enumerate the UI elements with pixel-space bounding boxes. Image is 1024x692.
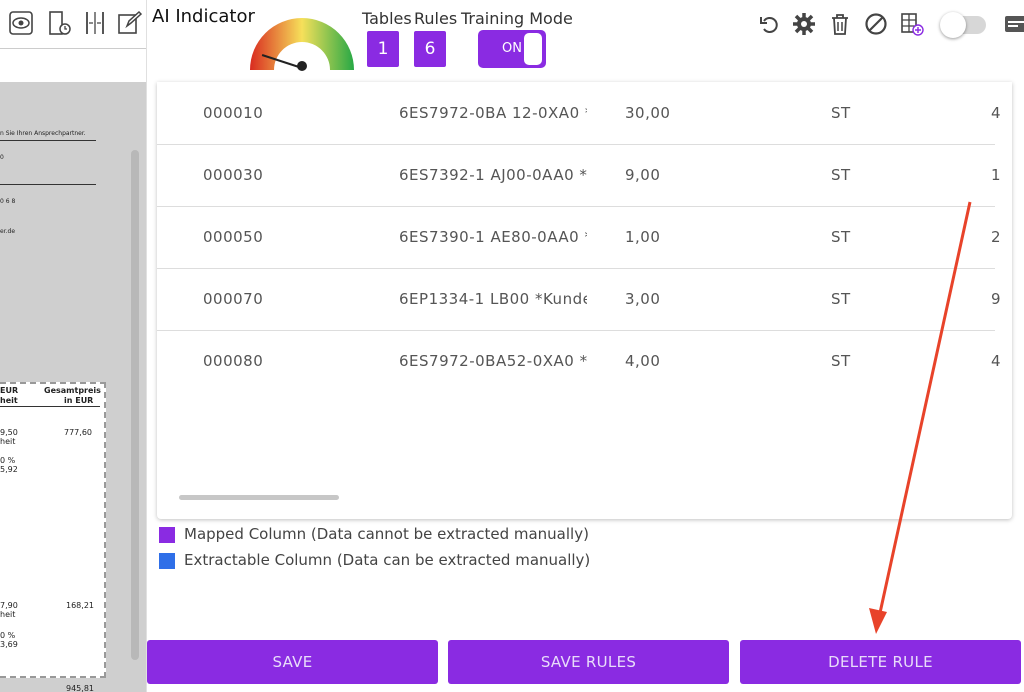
training-mode-toggle[interactable]: ON [478,30,546,68]
document-eye-icon[interactable] [6,8,36,38]
doc-card-header: in EUR [64,396,94,405]
table-row[interactable]: 000070 6EP1334-1 LB00 *Kunden 3,00 ST 9 [157,268,1001,331]
doc-card-value: 0 % [0,456,16,465]
training-toggle-label: ON [502,41,522,56]
doc-card-value: 3,69 [0,640,18,649]
table-row[interactable]: 000010 6ES7972-0BA 12-0XA0 * 30,00 ST 4 [157,82,1001,145]
block-icon[interactable] [862,10,890,38]
delete-rule-button[interactable]: DELETE RULE [740,640,1021,684]
table-row[interactable]: 000080 6ES7972-0BA52-0XA0 * 4,00 ST 4 [157,330,1001,392]
ai-indicator-label: AI Indicator [152,6,255,27]
doc-card-header: EUR [0,386,19,395]
doc-card-value: heit [0,437,16,446]
cell-material[interactable]: 6ES7972-0BA52-0XA0 * [399,352,587,370]
cell-quantity[interactable]: 30,00 [625,104,725,122]
keyboard-icon[interactable] [1002,10,1024,38]
trash-icon[interactable] [826,10,854,38]
undo-icon[interactable] [756,10,784,38]
gear-icon[interactable] [790,10,818,38]
cell-unit[interactable]: ST [831,166,891,184]
cell-truncated[interactable]: 1 [991,166,1001,184]
cell-position[interactable]: 000070 [203,290,323,308]
cell-truncated[interactable]: 2 [991,228,1001,246]
cell-quantity[interactable]: 3,00 [625,290,725,308]
mapped-legend-label: Mapped Column (Data cannot be extracted … [184,525,589,543]
rules-count: 6 [414,31,446,67]
doc-card-value: 777,60 [64,428,92,437]
cell-unit[interactable]: ST [831,290,891,308]
cell-unit[interactable]: ST [831,352,891,370]
doc-card-value: 9,50 [0,428,18,437]
doc-rule [0,140,96,141]
edit-icon[interactable] [114,8,144,38]
table-horizontal-scrollbar[interactable] [179,495,339,500]
panel-divider [146,0,147,692]
doc-rule [0,184,96,185]
toolbar-divider [0,48,146,49]
table-add-icon[interactable] [898,10,926,38]
ai-gauge [250,18,354,71]
preview-scrollbar[interactable] [131,150,139,660]
doc-card-value: heit [0,610,16,619]
extractable-color-swatch [159,553,175,569]
doc-card-value: 5,92 [0,465,18,474]
cell-position[interactable]: 000010 [203,104,323,122]
cell-quantity[interactable]: 9,00 [625,166,725,184]
cell-truncated[interactable]: 4 [991,104,1001,122]
cell-quantity[interactable]: 1,00 [625,228,725,246]
cell-truncated[interactable]: 9 [991,290,1001,308]
doc-text: 0 [0,154,4,161]
doc-card-value: 0 % [0,631,16,640]
table-row[interactable]: 000050 6ES7390-1 AE80-0AA0 * 1,00 ST 2 [157,206,1001,269]
doc-text: er.de [0,228,16,235]
rules-label: Rules [414,9,458,28]
tables-count: 1 [367,31,399,67]
doc-text: 0 6 8 [0,198,16,205]
cell-unit[interactable]: ST [831,228,891,246]
cell-truncated[interactable]: 4 [991,352,1001,370]
extractable-legend-label: Extractable Column (Data can be extracte… [184,551,591,569]
doc-text: n Sie Ihren Ansprechpartner. [0,130,86,137]
gauge-hub [297,61,307,71]
cell-quantity[interactable]: 4,00 [625,352,725,370]
cell-position[interactable]: 000050 [203,228,323,246]
cell-position[interactable]: 000030 [203,166,323,184]
column-split-icon[interactable] [80,8,110,38]
doc-card-value: 168,21 [66,601,94,610]
doc-card-rule [0,406,100,407]
doc-card-value: 7,90 [0,601,18,610]
cell-material[interactable]: 6ES7972-0BA 12-0XA0 * [399,104,587,122]
cell-material[interactable]: 6ES7392-1 AJ00-0AA0 * [399,166,587,184]
doc-card-header: heit [0,396,18,405]
cell-material[interactable]: 6EP1334-1 LB00 *Kunden [399,290,587,308]
cell-material[interactable]: 6ES7390-1 AE80-0AA0 * [399,228,587,246]
doc-card-header: Gesamtpreis [44,386,101,395]
save-button[interactable]: SAVE [147,640,438,684]
save-rules-button[interactable]: SAVE RULES [448,640,729,684]
tables-label: Tables [362,9,412,28]
document-table-card: EUR heit Gesamtpreis in EUR 9,50 heit 77… [0,382,106,678]
mapped-color-swatch [159,527,175,543]
training-mode-label: Training Mode [461,9,573,28]
extracted-table: 000010 6ES7972-0BA 12-0XA0 * 30,00 ST 4 … [157,82,1012,519]
page-settings-icon[interactable] [44,8,74,38]
cell-position[interactable]: 000080 [203,352,323,370]
training-toggle-knob [524,33,542,65]
doc-total: 945,81 [66,684,94,692]
toggle-switch-knob[interactable] [940,12,966,38]
cell-unit[interactable]: ST [831,104,891,122]
table-row[interactable]: 000030 6ES7392-1 AJ00-0AA0 * 9,00 ST 1 [157,144,1001,207]
